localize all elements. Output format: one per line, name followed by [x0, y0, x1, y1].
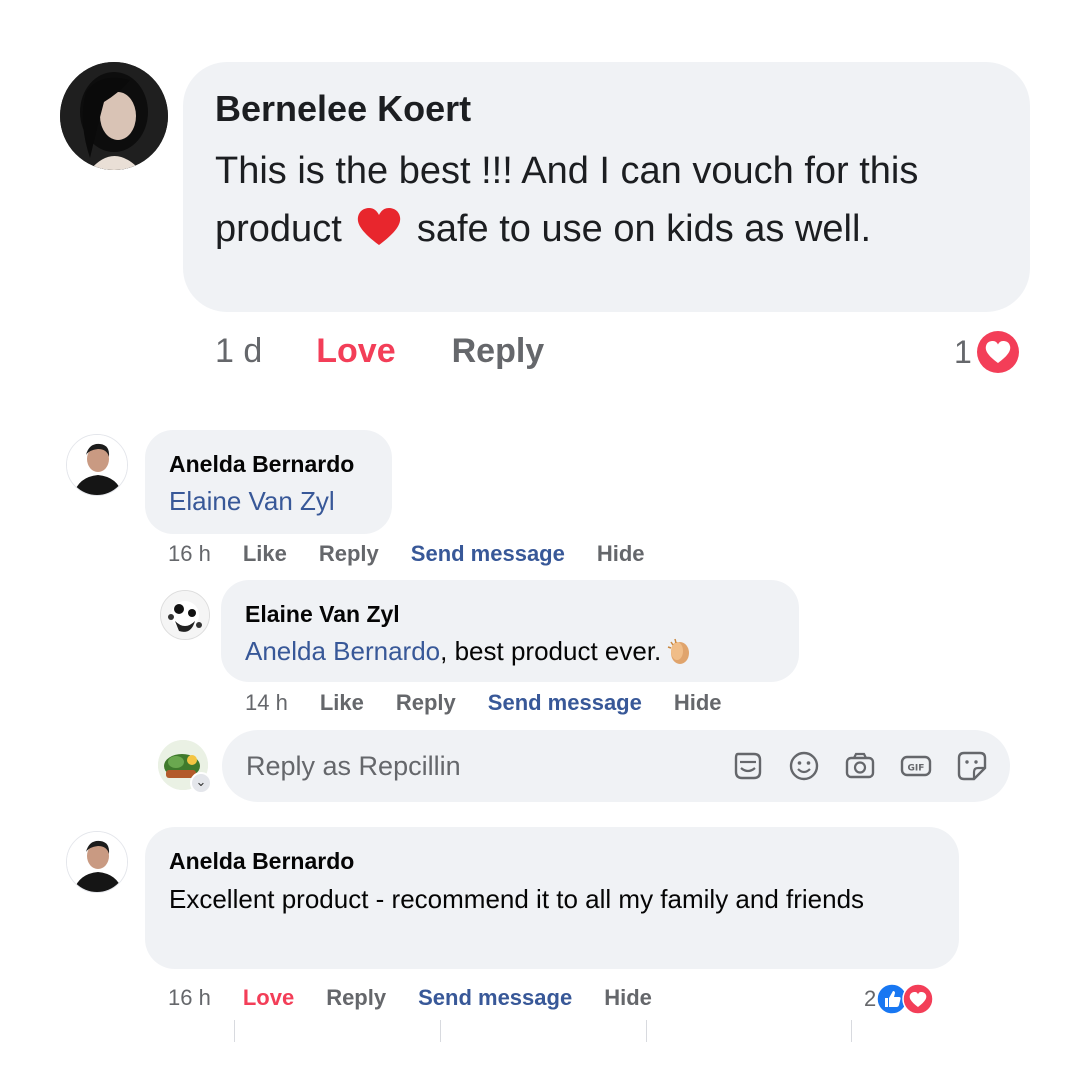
send-message-button[interactable]: Send message: [418, 985, 572, 1011]
red-heart-emoji-icon: [358, 208, 401, 245]
mention-link[interactable]: Anelda Bernardo: [245, 636, 440, 666]
comment-text-part: , best product ever.: [440, 636, 662, 666]
comment-timestamp[interactable]: 1 d: [215, 332, 262, 371]
reply-button[interactable]: Reply: [319, 541, 379, 567]
send-message-button[interactable]: Send message: [488, 690, 642, 716]
comment-bubble-anelda-1: Anelda Bernardo Elaine Van Zyl: [145, 430, 392, 534]
comment-actions: 14 h Like Reply Send message Hide: [245, 690, 722, 716]
divider: [646, 1020, 647, 1042]
hide-button[interactable]: Hide: [597, 541, 645, 567]
hide-button[interactable]: Hide: [604, 985, 652, 1011]
love-reaction-icon: [976, 331, 1019, 373]
comment-author[interactable]: Elaine Van Zyl: [245, 600, 799, 628]
comment-actions: 1 d Love Reply: [215, 332, 544, 371]
reaction-count[interactable]: 1: [954, 330, 1020, 374]
like-button[interactable]: Like: [243, 541, 287, 567]
comment-timestamp[interactable]: 14 h: [245, 690, 288, 716]
mention-link[interactable]: Elaine Van Zyl: [169, 486, 335, 516]
avatar-anelda-bernardo[interactable]: [66, 831, 128, 893]
comment-text: Excellent product - recommend it to all …: [169, 884, 865, 914]
reply-button[interactable]: Reply: [326, 985, 386, 1011]
comment-text: Anelda Bernardo, best product ever.: [245, 632, 799, 670]
comment-text-part: safe to use on kids as well.: [406, 208, 871, 250]
comment-bubble-bernelee: Bernelee Koert This is the best !!! And …: [183, 62, 1030, 312]
clapping-hands-emoji-icon: [668, 638, 690, 664]
composer-tools: GIF: [730, 748, 1010, 784]
gif-icon[interactable]: GIF: [898, 748, 934, 784]
reply-button[interactable]: Reply: [452, 332, 545, 371]
comment-author[interactable]: Bernelee Koert: [215, 88, 998, 130]
divider: [851, 1020, 852, 1042]
avatar-anelda-bernardo[interactable]: [66, 434, 128, 496]
comment-author[interactable]: Anelda Bernardo: [169, 847, 959, 875]
like-button[interactable]: Like: [320, 690, 364, 716]
send-message-button[interactable]: Send message: [411, 541, 565, 567]
comment-bubble-anelda-2: Anelda Bernardo Excellent product - reco…: [145, 827, 959, 969]
comment-actions: 16 h Love Reply Send message Hide: [168, 985, 652, 1011]
reply-composer: GIF: [222, 730, 1010, 802]
comment-timestamp[interactable]: 16 h: [168, 541, 211, 567]
emoji-icon[interactable]: [786, 748, 822, 784]
chevron-down-icon[interactable]: ⌄: [190, 772, 212, 794]
avatar-sticker-icon[interactable]: [730, 748, 766, 784]
comment-actions: 16 h Like Reply Send message Hide: [168, 541, 645, 567]
love-reaction-icon: [902, 983, 934, 1015]
sticker-icon[interactable]: [954, 748, 990, 784]
divider: [234, 1020, 235, 1042]
comment-text: This is the best !!! And I can vouch for…: [215, 142, 985, 258]
avatar-bernelee-koert[interactable]: [60, 62, 168, 170]
comment-text: Elaine Van Zyl: [169, 482, 392, 520]
comment-author[interactable]: Anelda Bernardo: [169, 450, 392, 478]
reaction-count-number: 2: [864, 986, 877, 1011]
reply-input[interactable]: [246, 750, 686, 782]
reaction-count[interactable]: 2: [864, 983, 934, 1015]
svg-text:GIF: GIF: [908, 764, 925, 774]
comment-timestamp[interactable]: 16 h: [168, 985, 211, 1011]
reaction-count-number: 1: [954, 333, 972, 370]
avatar-elaine-van-zyl[interactable]: [160, 590, 210, 640]
reply-button[interactable]: Reply: [396, 690, 456, 716]
love-button[interactable]: Love: [243, 985, 294, 1011]
love-button[interactable]: Love: [316, 332, 395, 371]
comment-bubble-elaine: Elaine Van Zyl Anelda Bernardo, best pro…: [221, 580, 799, 682]
camera-icon[interactable]: [842, 748, 878, 784]
divider: [440, 1020, 441, 1042]
hide-button[interactable]: Hide: [674, 690, 722, 716]
